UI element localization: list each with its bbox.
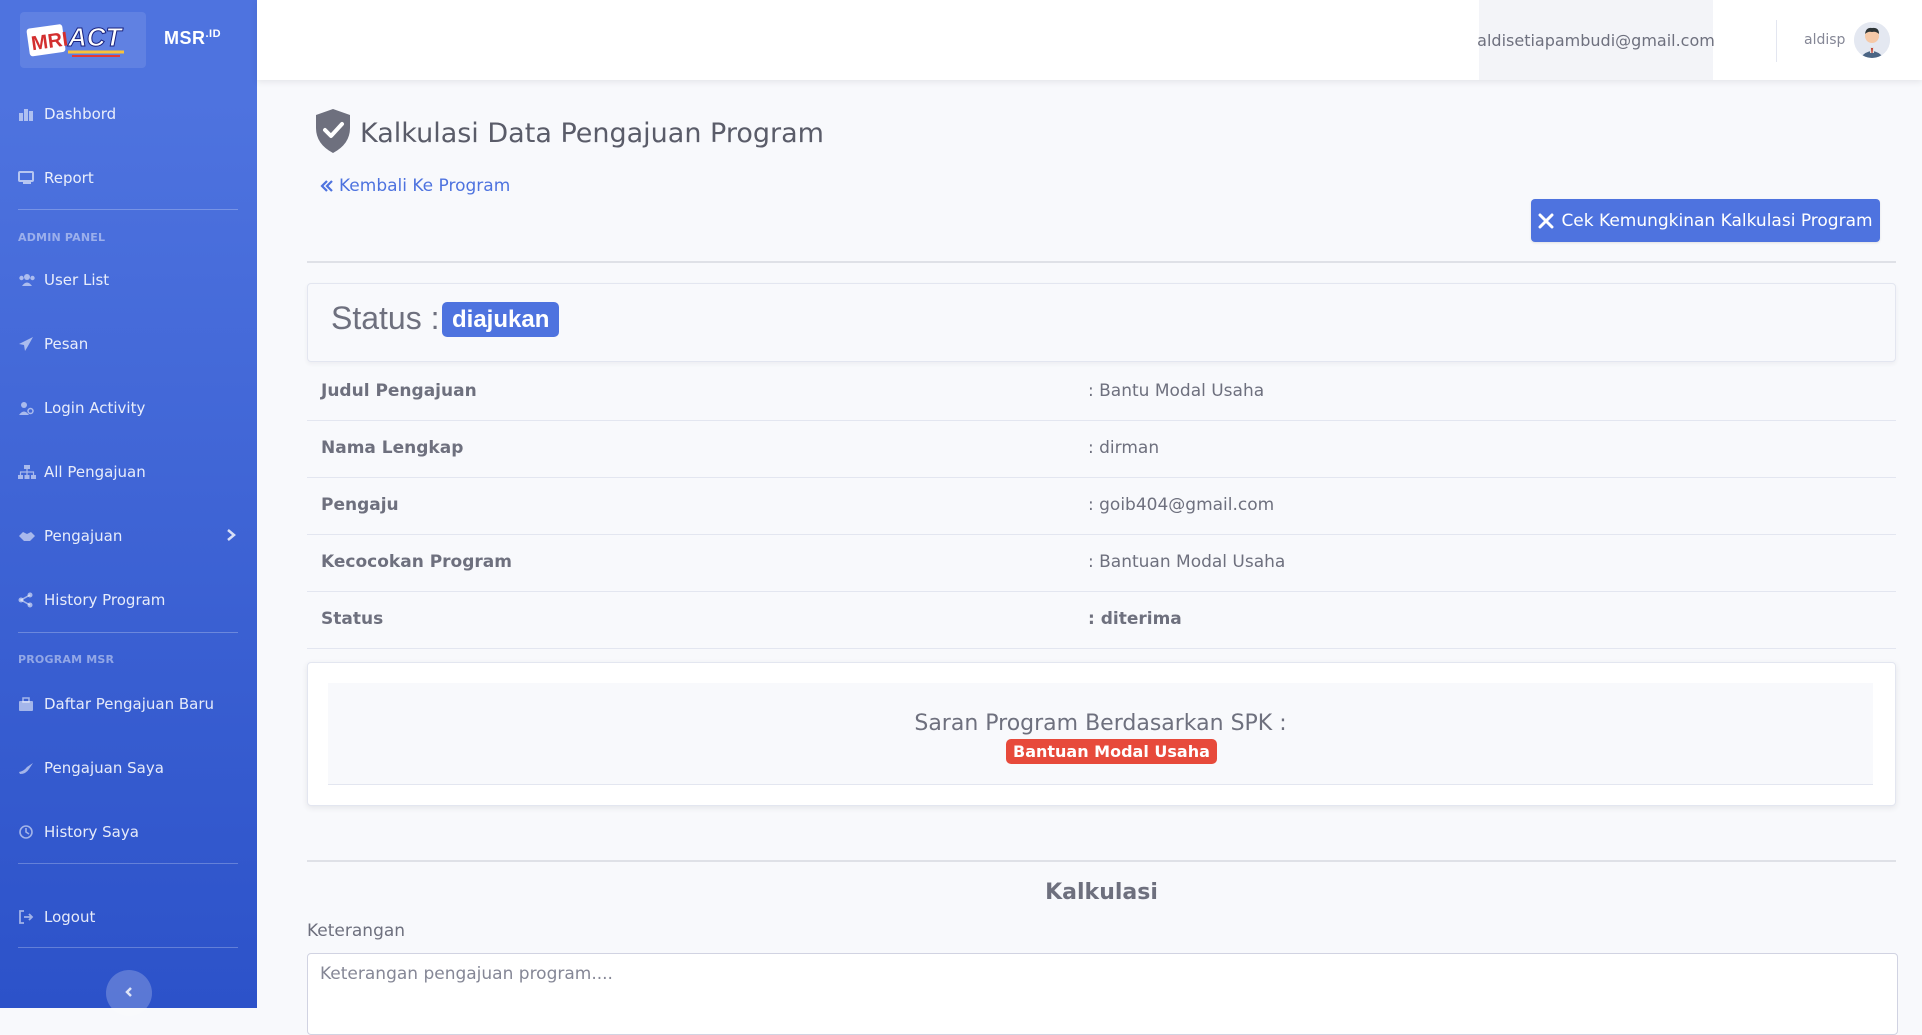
row-value: : goib404@gmail.com [1088,495,1275,515]
sidebar-item-label: User List [44,271,110,289]
users-icon [18,272,35,288]
double-chevron-left-icon [320,179,334,193]
sidebar-item-history-saya[interactable]: History Saya [18,820,240,844]
row-value: : Bantuan Modal Usaha [1088,552,1286,572]
row-key: Kecocokan Program [321,552,512,572]
sidebar-heading-program: PROGRAM MSR [18,653,115,666]
sidebar-item-label: Logout [44,908,96,926]
row-key: Status [321,609,384,629]
page-header: Kalkulasi Data Pengajuan Program [314,108,824,158]
sidebar-item-label: Pengajuan Saya [44,759,164,777]
row-value: : diterima [1088,609,1182,629]
topbar-email[interactable]: aldisetiapambudi@gmail.com [1477,0,1715,80]
sidebar-item-label: All Pengajuan [44,463,146,481]
briefcase-icon [18,696,34,712]
sidebar-item-label: Dashbord [44,105,117,123]
section-divider [307,860,1896,862]
sidebar-item-pengajuan-saya[interactable]: Pengajuan Saya [18,756,240,780]
history-icon [18,824,34,840]
row-key: Nama Lengkap [321,438,464,458]
sidebar-item-label: Pesan [44,335,89,353]
spk-suggestion-body: Saran Program Berdasarkan SPK : Bantuan … [328,683,1873,785]
table-row: Kecocokan Program : Bantuan Modal Usaha [307,535,1896,592]
status-card: Status : diajukan [307,283,1896,362]
back-to-program-link[interactable]: Kembali Ke Program [320,176,510,196]
sidebar-divider [18,209,238,210]
status-label: Status : [331,300,440,336]
sidebar-item-pesan[interactable]: Pesan [18,332,240,356]
section-divider [307,261,1896,263]
table-row: Pengaju : goib404@gmail.com [307,478,1896,535]
sidebar-item-label: Report [44,169,94,187]
suggested-program-badge: Bantuan Modal Usaha [1006,739,1217,764]
user-activity-icon [18,400,34,416]
row-value: : dirman [1088,438,1160,458]
paper-plane-icon [18,336,34,352]
svg-text:ACT: ACT [67,22,124,52]
sidebar-divider [18,863,238,864]
table-row: Judul Pengajuan : Bantu Modal Usaha [307,364,1896,421]
topbar-divider [1776,20,1777,62]
check-calculation-label: Cek Kemungkinan Kalkulasi Program [1561,210,1873,231]
sidebar-toggle-button[interactable] [106,970,152,1016]
sign-out-icon [18,909,34,925]
sidebar-item-label: History Saya [44,823,139,841]
row-value: : Bantu Modal Usaha [1088,381,1265,401]
sidebar-item-user-list[interactable]: User List [18,268,240,292]
sidebar-item-pengajuan[interactable]: Pengajuan [18,524,240,548]
sidebar-item-label: Daftar Pengajuan Baru [44,695,215,713]
sidebar-heading-admin: ADMIN PANEL [18,231,106,244]
back-link-label: Kembali Ke Program [339,176,511,196]
row-key: Judul Pengajuan [321,381,477,401]
brand-logo: MRI ACT [20,12,146,68]
sidebar-item-label: Login Activity [44,399,146,417]
sidebar-item-all-pengajuan[interactable]: All Pengajuan [18,460,240,484]
dove-icon [18,760,34,776]
spk-suggestion-title: Saran Program Berdasarkan SPK : [914,711,1287,736]
shield-check-icon [314,108,352,158]
table-row: Nama Lengkap : dirman [307,421,1896,478]
handshake-icon [18,528,35,544]
sidebar-item-label: History Program [44,591,166,609]
avatar[interactable] [1854,22,1890,58]
report-icon [18,170,34,186]
sidebar-brand[interactable]: MRI ACT MSR.ID [0,0,257,80]
sidebar-item-label: Pengajuan [44,527,123,545]
page-title: Kalkulasi Data Pengajuan Program [360,117,824,149]
sidebar-divider [18,632,238,633]
check-calculation-button[interactable]: Cek Kemungkinan Kalkulasi Program [1531,199,1880,242]
keterangan-input[interactable] [307,953,1898,1035]
calculation-title: Kalkulasi [1045,880,1158,905]
brand-name: MSR.ID [164,28,222,48]
sidebar-item-dashbord[interactable]: Dashbord [18,102,240,126]
keterangan-label: Keterangan [307,921,406,941]
sidebar-item-history-program[interactable]: History Program [18,588,240,612]
submission-details-table: Judul Pengajuan : Bantu Modal Usaha Nama… [307,364,1896,649]
sidebar-divider [18,947,238,948]
topbar-username[interactable]: aldisp [1804,32,1845,48]
sidebar-item-login-activity[interactable]: Login Activity [18,396,240,420]
dashboard-icon [18,106,34,122]
sitemap-icon [18,464,36,480]
share-icon [18,592,34,608]
status-badge: diajukan [442,302,560,337]
sidebar: MRI ACT MSR.ID Dashbord Report ADMIN PAN… [0,0,257,1016]
sidebar-item-daftar-pengajuan-baru[interactable]: Daftar Pengajuan Baru [18,692,240,716]
spk-suggestion-card: Saran Program Berdasarkan SPK : Bantuan … [307,662,1896,806]
chevron-right-icon [226,528,236,546]
row-key: Pengaju [321,495,399,515]
sidebar-item-report[interactable]: Report [18,166,240,190]
sidebar-item-logout[interactable]: Logout [18,905,240,929]
chevron-left-icon [124,984,134,1003]
topbar: aldisetiapambudi@gmail.com aldisp [257,0,1922,80]
table-row: Status : diterima [307,592,1896,649]
tools-icon [1538,213,1554,229]
